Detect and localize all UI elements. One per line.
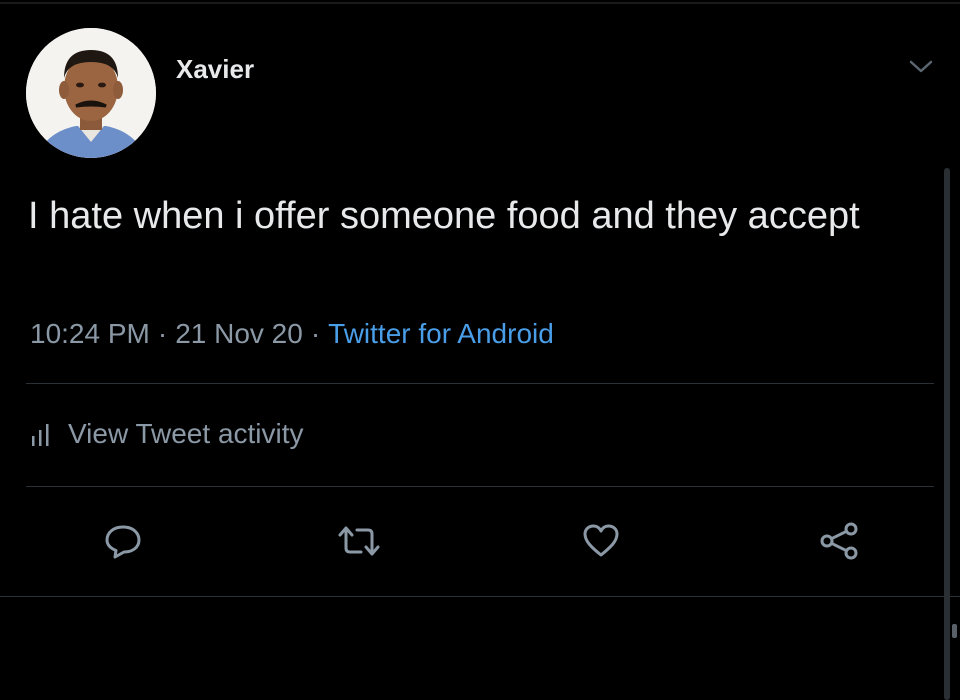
separator: · — [310, 318, 321, 349]
share-button[interactable] — [814, 516, 864, 566]
tweet-meta: 10:24 PM · 21 Nov 20 · Twitter for Android — [30, 318, 554, 350]
tweet-time[interactable]: 10:24 PM — [30, 318, 150, 349]
retweet-button[interactable] — [334, 516, 384, 566]
more-options-button[interactable] — [906, 54, 936, 78]
bar-chart-icon — [32, 424, 49, 446]
scrollbar[interactable] — [944, 168, 950, 700]
retweet-icon — [338, 526, 380, 556]
tweet-source-link[interactable]: Twitter for Android — [328, 318, 554, 349]
scrollbar-thumb[interactable] — [952, 624, 957, 638]
chevron-down-icon — [909, 60, 933, 73]
tweet-text: I hate when i offer someone food and the… — [28, 195, 860, 237]
divider — [26, 383, 934, 384]
separator: · — [157, 318, 168, 349]
avatar-photo — [26, 28, 156, 158]
author-name[interactable]: Xavier — [176, 54, 254, 85]
tweet-date[interactable]: 21 Nov 20 — [175, 318, 303, 349]
reply-button[interactable] — [98, 516, 148, 566]
top-divider — [0, 2, 960, 4]
avatar[interactable] — [26, 28, 156, 158]
heart-icon — [583, 524, 619, 557]
view-tweet-activity-button[interactable]: View Tweet activity — [30, 418, 304, 450]
share-icon — [820, 522, 858, 560]
reply-icon — [105, 525, 141, 559]
view-tweet-activity-label: View Tweet activity — [68, 418, 304, 449]
divider — [0, 596, 960, 597]
like-button[interactable] — [576, 516, 626, 566]
divider — [26, 486, 934, 487]
